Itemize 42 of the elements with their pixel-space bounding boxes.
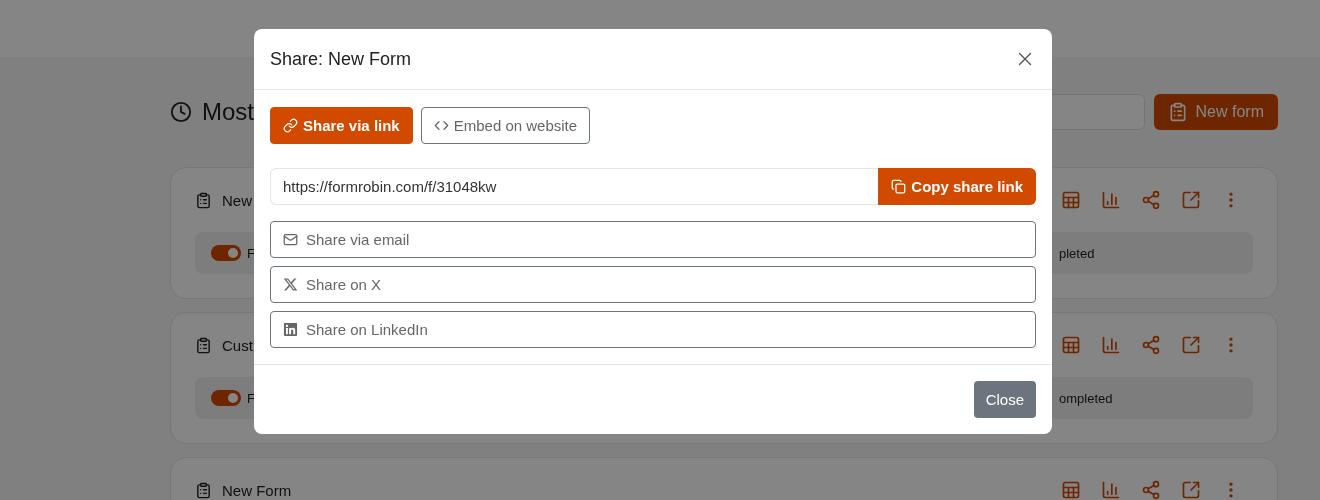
status-text: ompleted [1059, 390, 1114, 406]
bar-chart-icon[interactable] [1101, 190, 1121, 210]
share-option-button[interactable]: Share on LinkedIn [270, 311, 1036, 348]
copy-icon [891, 179, 907, 194]
copy-link-button[interactable]: Copy share link [878, 168, 1036, 205]
share-tab[interactable]: Share via link [270, 107, 413, 144]
clock-icon [170, 101, 192, 123]
dialog-title: Share: New Form [270, 48, 412, 70]
share-icon[interactable] [1141, 480, 1161, 500]
link-icon [283, 118, 298, 133]
table-icon[interactable] [1061, 480, 1081, 500]
in-logo-icon [283, 322, 298, 337]
toggle-label: F [247, 245, 255, 261]
share-option-button[interactable]: Share on X [270, 266, 1036, 303]
page-heading: Most [202, 98, 254, 126]
share-icon[interactable] [1141, 335, 1161, 355]
link-field[interactable]: https://formrobin.com/f/31048kw [270, 168, 879, 205]
clipboard-icon [195, 336, 212, 354]
bar-chart-icon[interactable] [1101, 480, 1121, 500]
new-form-button[interactable]: New form [1153, 94, 1278, 130]
clipboard-icon [195, 191, 212, 209]
external-link-icon[interactable] [1181, 190, 1201, 210]
toggle-label: F [247, 390, 255, 406]
x-icon [283, 277, 298, 292]
table-icon[interactable] [1061, 335, 1081, 355]
form-title[interactable]: Cust [222, 336, 253, 354]
share-tab[interactable]: Embed on website [420, 107, 591, 144]
share-option-button[interactable]: Share via email [270, 221, 1036, 258]
envelope-icon [283, 232, 298, 247]
toggle-switch[interactable] [211, 245, 241, 261]
status-text: pleted [1059, 245, 1096, 261]
code-icon [433, 118, 449, 133]
form-title[interactable]: New Form [222, 481, 292, 499]
clipboard-icon [195, 481, 212, 499]
form-title[interactable]: New [222, 191, 252, 209]
close-button[interactable]: Close [973, 381, 1036, 418]
toggle-switch[interactable] [211, 390, 241, 406]
external-link-icon[interactable] [1181, 480, 1201, 500]
bar-chart-icon[interactable] [1101, 335, 1121, 355]
table-icon[interactable] [1061, 190, 1081, 210]
share-icon[interactable] [1141, 190, 1161, 210]
external-link-icon[interactable] [1181, 335, 1201, 355]
